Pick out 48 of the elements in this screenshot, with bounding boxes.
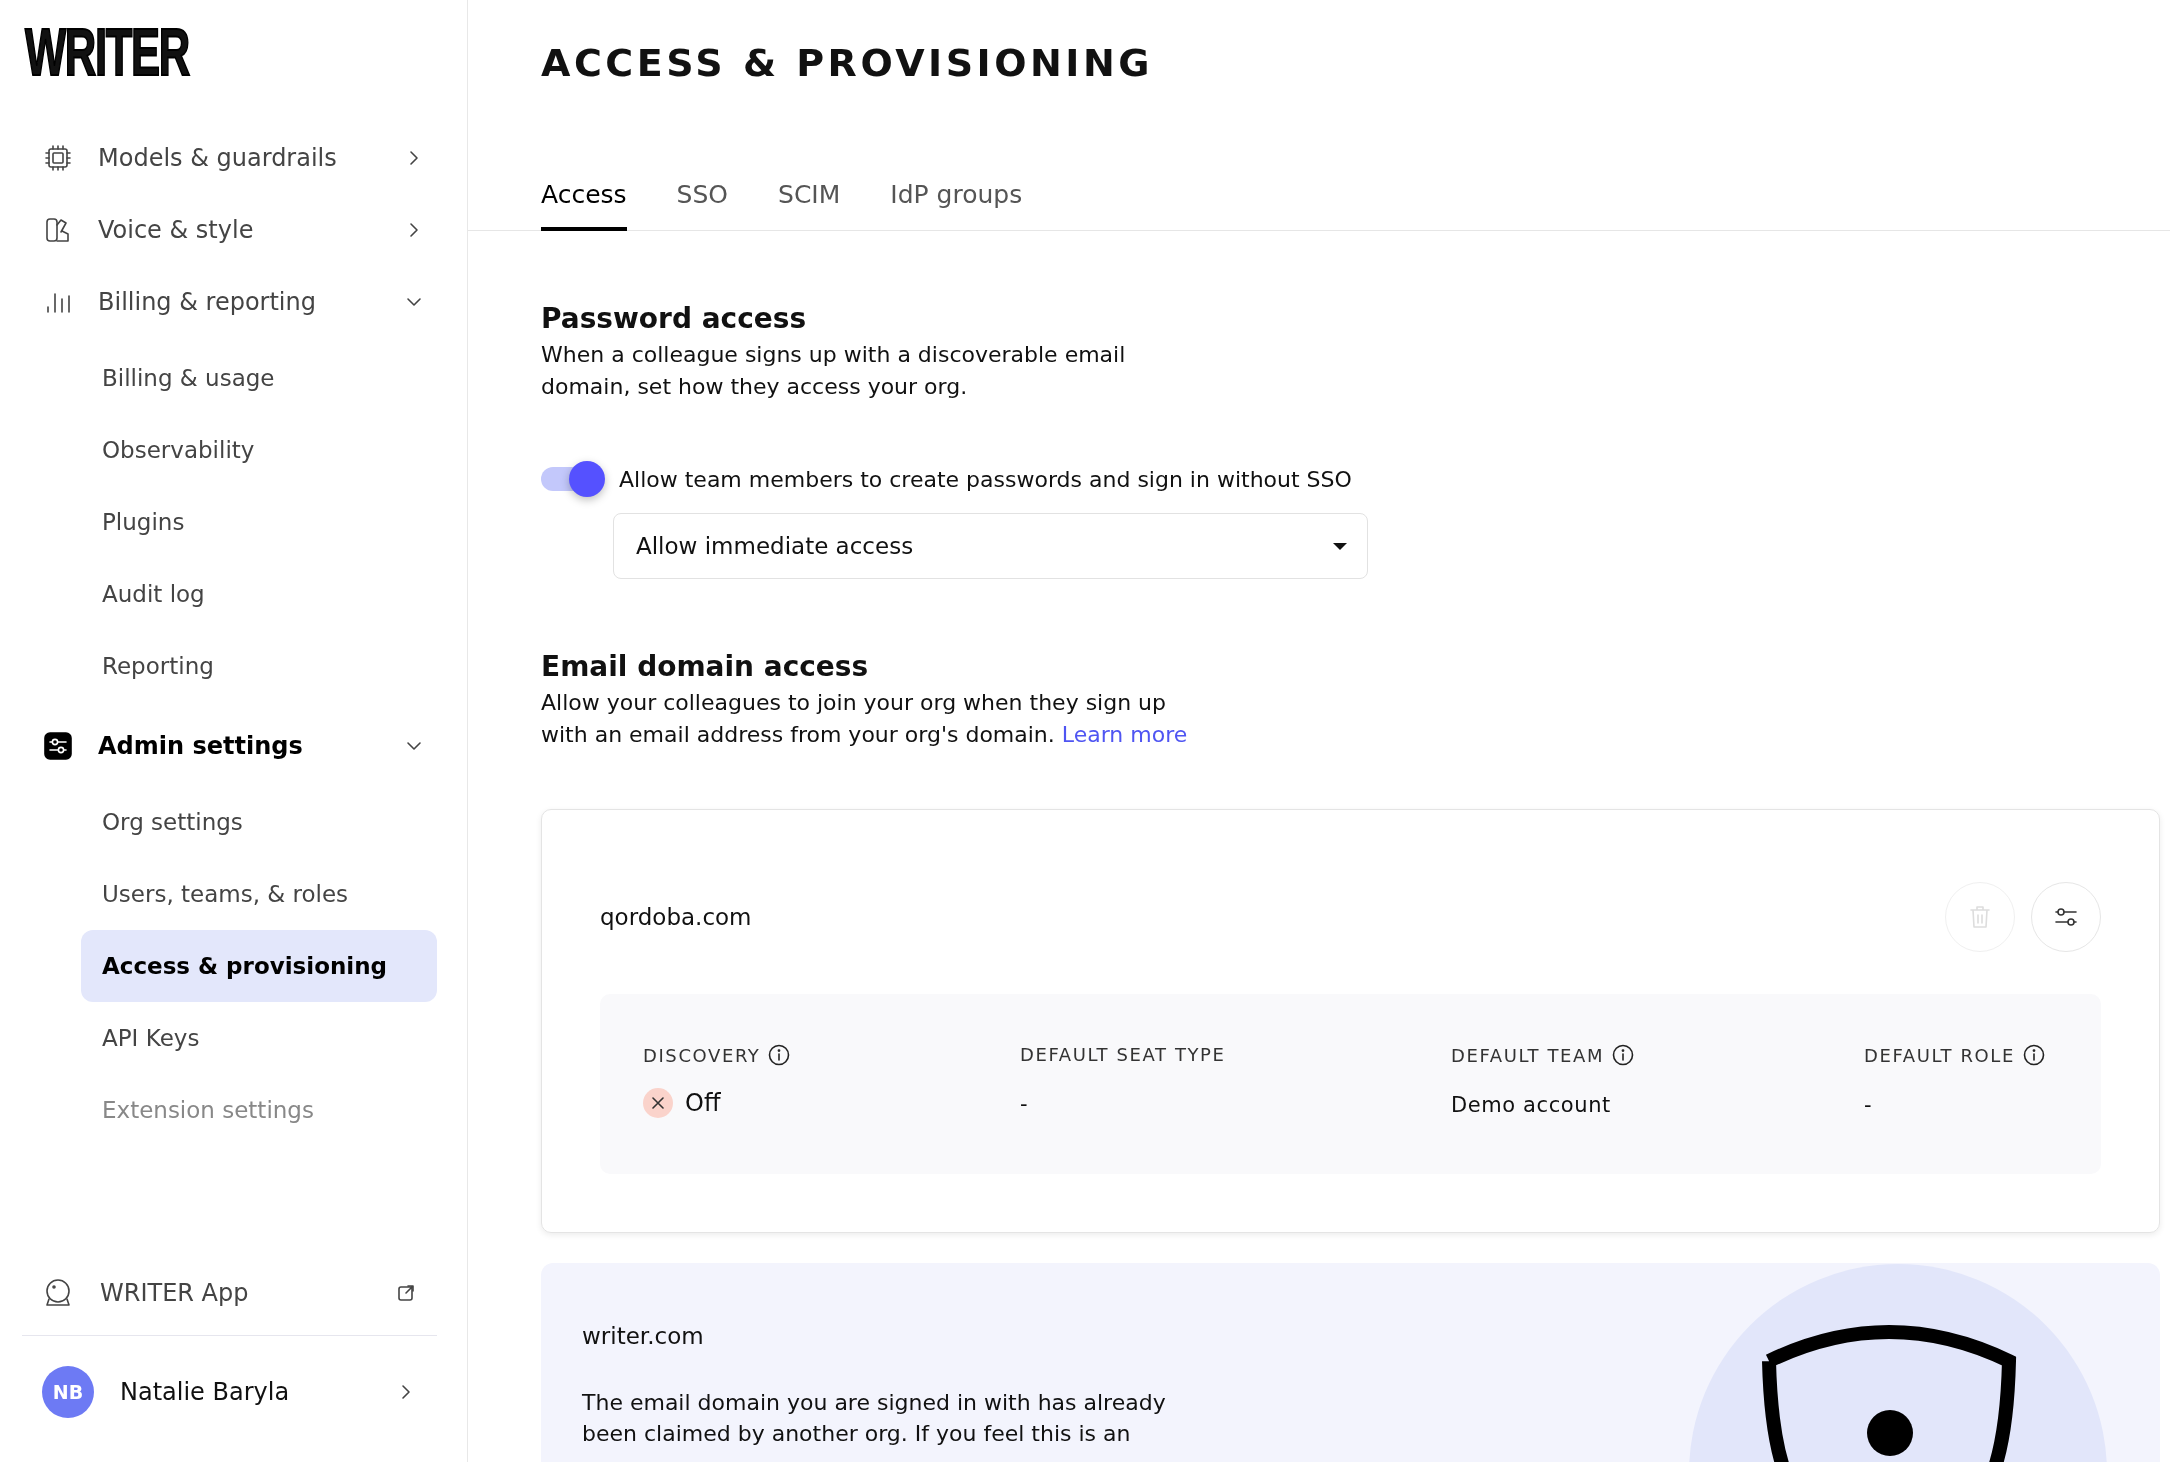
- toggle-switch[interactable]: [541, 461, 605, 497]
- tab[interactable]: SSO: [676, 168, 728, 231]
- nav-subitem[interactable]: Reporting: [81, 630, 437, 702]
- nav-subitem[interactable]: Users, teams, & roles: [81, 858, 437, 930]
- nav-subitem[interactable]: API Keys: [81, 1002, 437, 1074]
- trash-icon: [1969, 905, 1991, 929]
- field-value: -: [1020, 1091, 1029, 1118]
- sliders-icon: [2054, 907, 2078, 927]
- nav-item[interactable]: Billing & reporting: [22, 266, 437, 338]
- nav-subitem[interactable]: Plugins: [81, 486, 437, 558]
- page-title: ACCESS & PROVISIONING: [541, 40, 1153, 87]
- nav-item[interactable]: Voice & style: [22, 194, 437, 266]
- nav-subitem[interactable]: Observability: [81, 414, 437, 486]
- nav-subitem[interactable]: Billing & usage: [81, 342, 437, 414]
- user-menu[interactable]: NB Natalie Baryla: [22, 1342, 437, 1442]
- access-dropdown[interactable]: Allow immediate access: [613, 513, 1368, 579]
- nav-subitem[interactable]: Access & provisioning: [81, 930, 437, 1002]
- nav-subitem[interactable]: Org settings: [81, 786, 437, 858]
- section-heading: Email domain access: [541, 649, 869, 685]
- logo: WRITER: [25, 22, 189, 82]
- domain-name: qordoba.com: [600, 904, 752, 930]
- sliders-icon: [44, 732, 72, 760]
- section-heading: Password access: [541, 301, 807, 337]
- field-label: DEFAULT ROLE: [1864, 1044, 2015, 1066]
- domain-name: writer.com: [582, 1323, 704, 1349]
- nav-subitem[interactable]: Audit log: [81, 558, 437, 630]
- section-description: Allow your colleagues to join your org when they sign up with an email address from your org's domain. Learn more: [541, 689, 1189, 749]
- external-link-icon: [397, 1284, 415, 1302]
- field-label: DEFAULT SEAT TYPE: [1020, 1044, 1226, 1065]
- app-link[interactable]: WRITER App: [22, 1257, 437, 1329]
- section-description: When a colleague signs up with a discoverable email domain, set how they access your org.: [541, 341, 1127, 401]
- tab[interactable]: Access: [541, 168, 627, 231]
- chip-icon: [44, 144, 72, 172]
- avatar: NB: [42, 1366, 94, 1418]
- field-value: Off: [685, 1089, 721, 1117]
- field-label: DISCOVERY: [643, 1044, 761, 1066]
- field-value: -: [1864, 1092, 1873, 1119]
- nav-item[interactable]: Admin settings: [22, 710, 437, 782]
- nav-item[interactable]: Models & guardrails: [22, 122, 437, 194]
- toggle-label: Allow team members to create passwords and sign in without SSO: [619, 466, 1352, 492]
- swatch-icon: [44, 216, 72, 244]
- field-value: Demo account: [1451, 1092, 1611, 1119]
- learn-more-link[interactable]: Learn more: [1061, 722, 1188, 747]
- tab[interactable]: IdP groups: [890, 168, 1023, 231]
- claimed-message: The email domain you are signed in with has already been claimed by another org. If you feel this is an: [582, 1389, 1167, 1448]
- tab[interactable]: SCIM: [778, 168, 841, 231]
- caret-icon: [1333, 542, 1347, 550]
- field-label: DEFAULT TEAM: [1451, 1044, 1605, 1066]
